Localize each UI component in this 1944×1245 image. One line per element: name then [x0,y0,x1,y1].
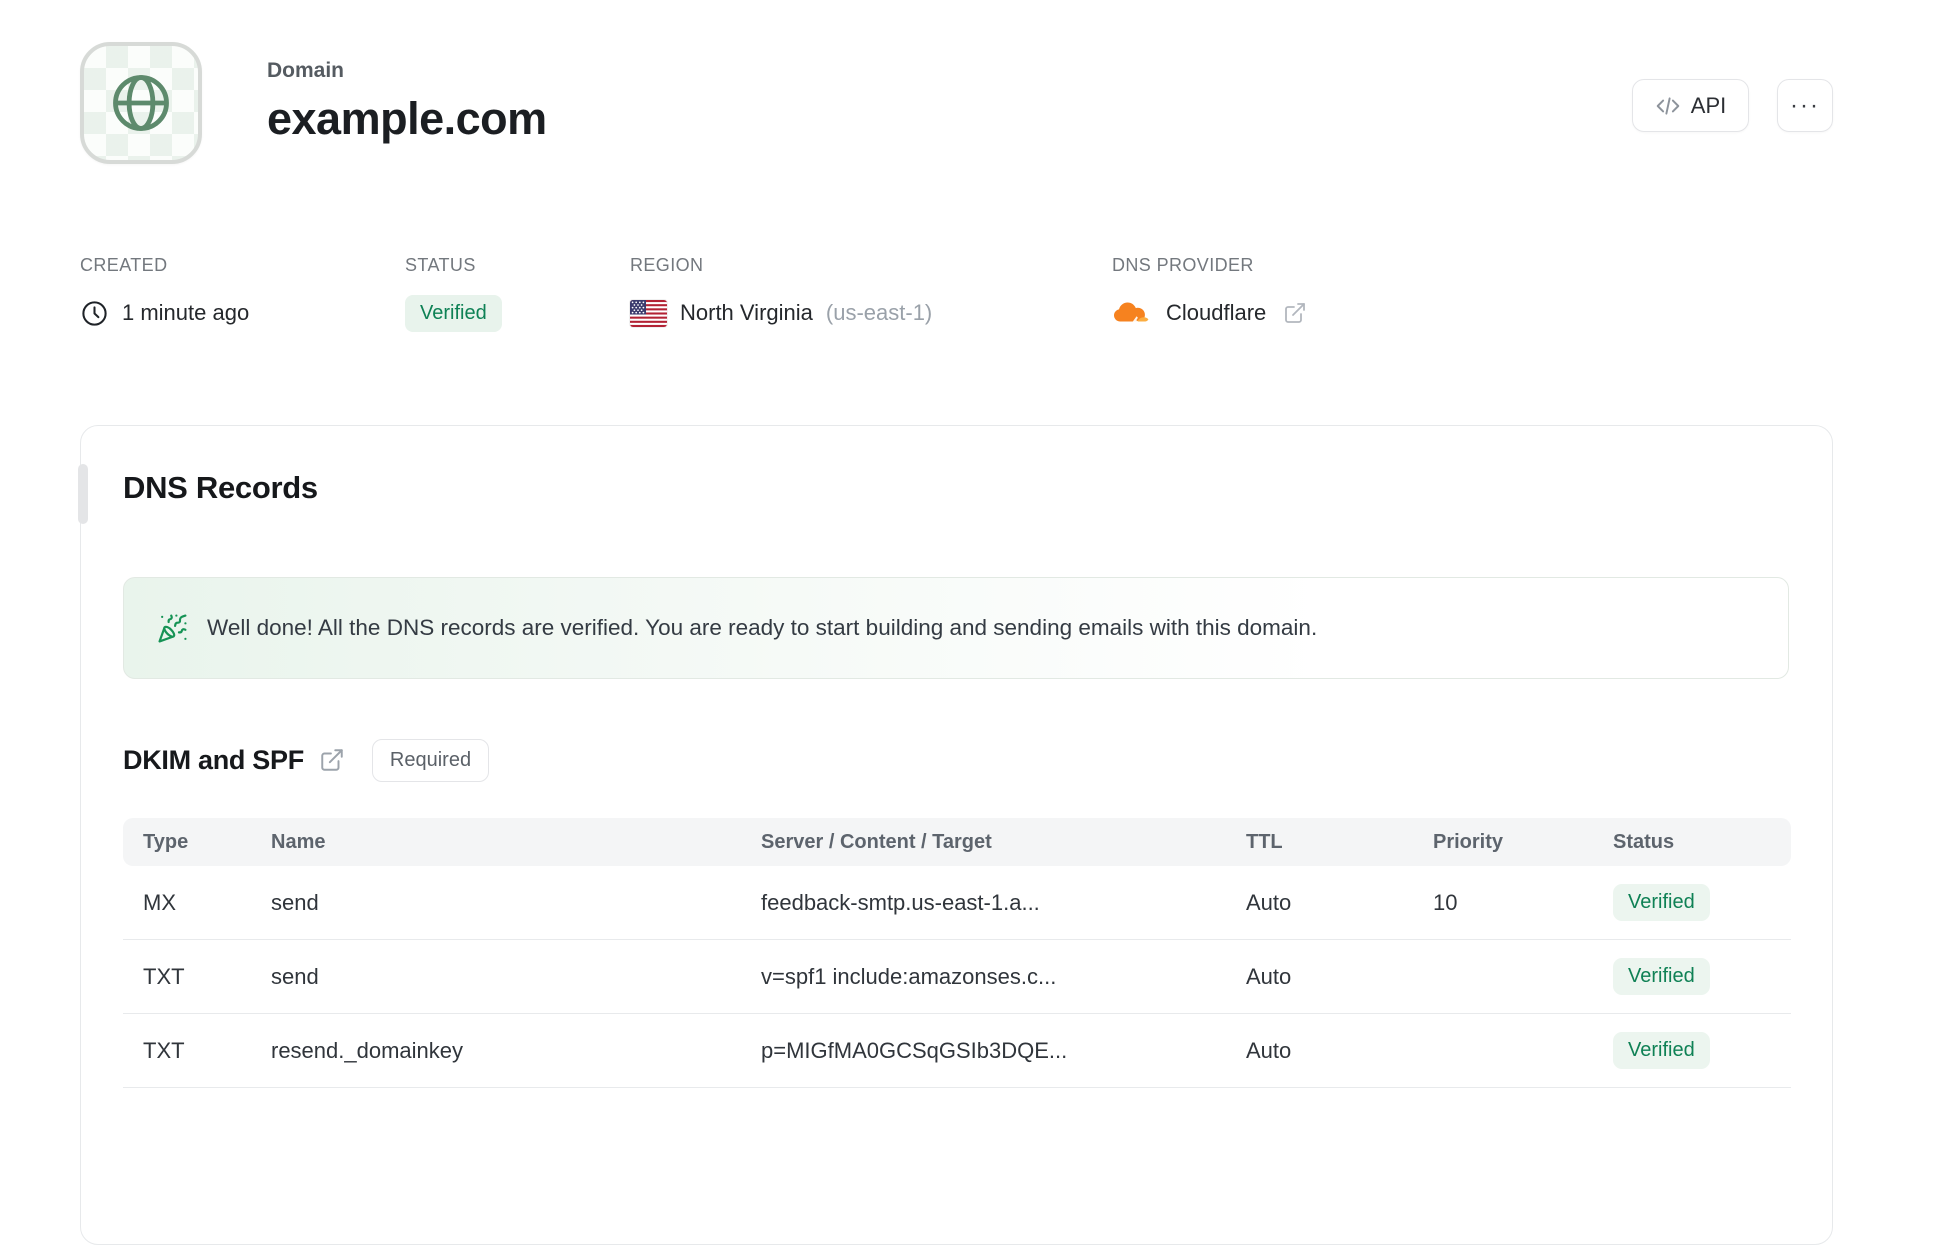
region-label: REGION [630,255,704,275]
meta-status: STATUS Verified [405,255,502,333]
col-header-priority: Priority [1433,830,1504,853]
dns-records-table: Type Name Server / Content / Target TTL … [123,818,1791,1088]
domain-avatar [80,42,202,164]
cell-type: TXT [143,963,185,989]
cell-name: send [271,963,319,989]
table-row: TXT resend._domainkey p=MIGfMA0GCSqGSIb3… [123,1014,1791,1088]
col-header-name: Name [271,830,326,853]
dns-records-title: DNS Records [123,470,318,505]
cell-ttl: Auto [1246,963,1292,989]
meta-created: CREATED 1 minute ago [80,255,249,333]
row-status-badge: Verified [1613,958,1710,995]
cell-priority: 10 [1433,889,1458,915]
cell-content[interactable]: v=spf1 include:amazonses.c... [741,964,1226,990]
cell-type: MX [143,889,176,915]
table-row: MX send feedback-smtp.us-east-1.a... Aut… [123,866,1791,940]
meta-region: REGION North Virginia (us-east-1) [630,255,932,333]
dns-provider-value: Cloudflare [1166,300,1267,325]
created-label: CREATED [80,255,168,275]
us-flag-icon [630,299,667,327]
page-header: Domain example.com [267,58,547,145]
col-header-content: Server / Content / Target [761,830,992,853]
dns-records-card: DNS Records Well done! All the DNS recor… [78,425,1833,1245]
table-header-row: Type Name Server / Content / Target TTL … [123,818,1791,866]
globe-icon [107,69,175,137]
scroll-indicator[interactable] [78,464,88,524]
api-button[interactable]: API [1632,79,1749,132]
dns-provider-label: DNS PROVIDER [1112,255,1254,275]
cell-ttl: Auto [1246,889,1292,915]
cloudflare-icon [1112,299,1153,327]
confetti-icon [157,613,188,644]
col-header-ttl: TTL [1246,830,1283,853]
clock-icon [80,299,109,328]
required-badge: Required [371,738,490,782]
col-header-type: Type [143,830,189,853]
cell-name: resend._domainkey [271,1037,464,1063]
cell-content[interactable]: p=MIGfMA0GCSqGSIb3DQE... [741,1038,1226,1064]
created-value: 1 minute ago [122,300,250,325]
cell-type: TXT [143,1037,185,1063]
status-label: STATUS [405,255,476,275]
status-badge: Verified [405,294,502,332]
col-header-status: Status [1613,830,1675,853]
success-banner: Well done! All the DNS records are verif… [123,577,1789,679]
success-banner-text: Well done! All the DNS records are verif… [207,615,1318,640]
dkim-spf-title: DKIM and SPF [123,744,304,775]
page-title: example.com [267,93,547,144]
region-code: (us-east-1) [825,300,933,325]
region-value: North Virginia [680,300,813,325]
external-link-icon[interactable] [1283,301,1307,325]
more-options-button[interactable]: ··· [1777,79,1833,132]
cell-ttl: Auto [1246,1037,1292,1063]
row-status-badge: Verified [1613,884,1710,921]
meta-dns-provider: DNS PROVIDER Cloudflare [1112,255,1307,333]
more-icon: ··· [1790,91,1820,119]
table-row: TXT send v=spf1 include:amazonses.c... A… [123,940,1791,1014]
code-icon [1655,93,1681,119]
domain-eyebrow: Domain [267,59,345,82]
row-status-badge: Verified [1613,1032,1710,1069]
dkim-spf-section-header: DKIM and SPF Required [123,736,1789,784]
cell-content[interactable]: feedback-smtp.us-east-1.a... [741,890,1226,916]
api-button-label: API [1690,92,1727,118]
cell-name: send [271,889,319,915]
external-link-icon[interactable] [319,747,345,773]
